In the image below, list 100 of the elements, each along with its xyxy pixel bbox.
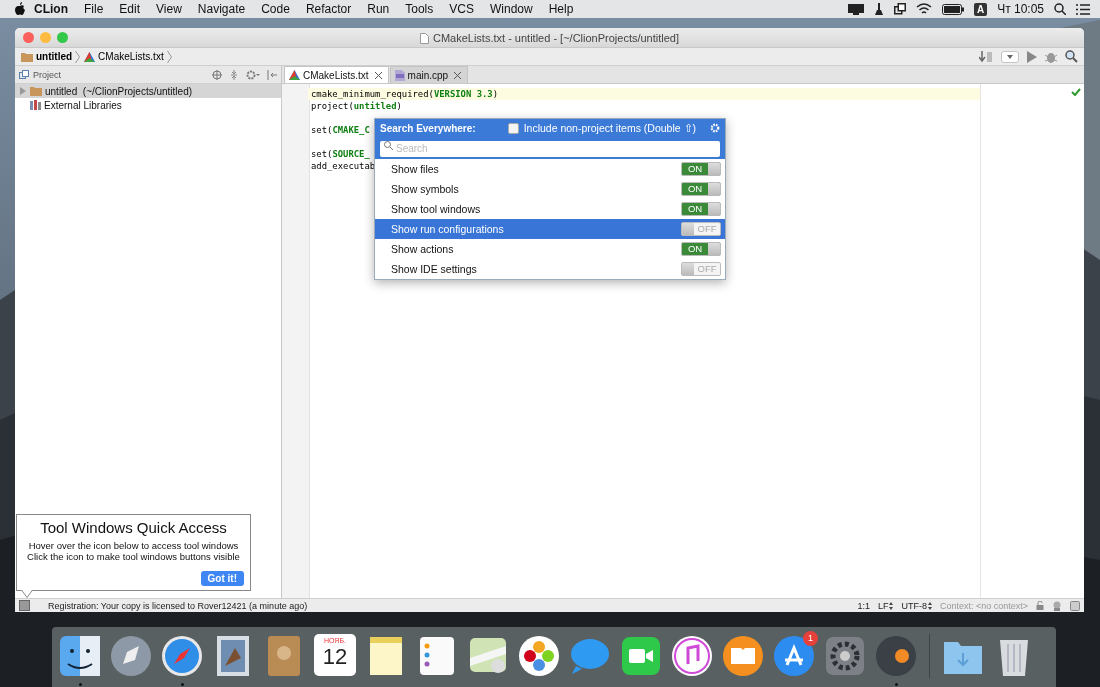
- panel-icon: [19, 70, 29, 79]
- face-icon[interactable]: [58, 634, 102, 678]
- code-line: set(CMAKE_C: [311, 125, 370, 135]
- option-row[interactable]: Show symbols ON: [375, 179, 725, 199]
- close-icon[interactable]: [454, 71, 462, 79]
- collapse-icon[interactable]: [229, 69, 239, 80]
- menu-item[interactable]: Tools: [397, 2, 442, 16]
- code-line: cmake_minimum_required(VERSION 3.3): [311, 89, 499, 99]
- video-camera-icon[interactable]: [619, 634, 663, 678]
- gear-icon[interactable]: [823, 634, 867, 678]
- tooltip-text: Click the icon to make tool windows buttons visible: [27, 551, 240, 562]
- battery-icon[interactable]: [941, 3, 964, 15]
- toggle-switch[interactable]: ON: [681, 242, 721, 256]
- book-icon[interactable]: [721, 634, 765, 678]
- search-icon[interactable]: [1065, 50, 1078, 63]
- toggle-switch[interactable]: ON: [681, 182, 721, 196]
- flower-icon[interactable]: [517, 634, 561, 678]
- got-it-button[interactable]: Got it!: [200, 571, 244, 586]
- menu-item[interactable]: View: [148, 2, 190, 16]
- close-icon[interactable]: [374, 71, 382, 79]
- app-store-icon[interactable]: [772, 634, 816, 678]
- app-icon[interactable]: [874, 634, 918, 678]
- tree-item[interactable]: External Libraries: [15, 98, 281, 112]
- tree-item[interactable]: untitled (~/ClionProjects/untitled): [15, 84, 281, 98]
- option-row[interactable]: Show files ON: [375, 159, 725, 179]
- compass-icon[interactable]: [160, 634, 204, 678]
- menu-item[interactable]: Help: [540, 2, 582, 16]
- inspector-icon[interactable]: [1052, 600, 1062, 611]
- apple-icon[interactable]: [14, 2, 26, 16]
- monitor-icon[interactable]: [847, 3, 864, 15]
- search-icon[interactable]: [1054, 3, 1066, 15]
- app-menu[interactable]: CLion: [26, 2, 76, 16]
- breadcrumb[interactable]: untitled: [21, 50, 81, 63]
- search-icon: [384, 141, 393, 150]
- calendar-day: 12: [322, 645, 348, 669]
- updown-icon: [927, 601, 932, 610]
- option-row[interactable]: Show IDE settings OFF: [375, 259, 725, 279]
- menu-item[interactable]: VCS: [441, 2, 482, 16]
- editor-tab[interactable]: main.cpp: [389, 66, 469, 83]
- hide-icon[interactable]: [267, 69, 277, 80]
- wifi-icon[interactable]: [915, 3, 932, 15]
- triangle-icon: [84, 51, 96, 62]
- code-line: add_executab: [311, 161, 376, 171]
- include-checkbox[interactable]: [507, 122, 519, 134]
- menu-item[interactable]: Navigate: [189, 2, 254, 16]
- document-icon: [419, 32, 429, 44]
- tooltip-text: Hover over the icon below to access tool windows: [28, 540, 239, 551]
- status-message: Registration: Your copy is licensed to Rover12421 (a minute ago): [48, 600, 308, 611]
- option-row[interactable]: Show actions ON: [375, 239, 725, 259]
- caret-icon: [1007, 54, 1013, 59]
- code-line: project(untitled): [311, 101, 402, 111]
- chevron-icon: [75, 50, 81, 63]
- books-icon: [30, 100, 41, 110]
- clock[interactable]: Чт 10:05: [997, 2, 1044, 16]
- breadcrumb[interactable]: CMakeLists.txt: [84, 50, 172, 63]
- run-icon[interactable]: [1027, 50, 1037, 63]
- toggle-switch[interactable]: ON: [681, 162, 721, 176]
- gear-icon[interactable]: [710, 123, 720, 133]
- input-source-indicator[interactable]: A: [973, 2, 988, 16]
- folder-icon: [21, 51, 33, 62]
- menu-item[interactable]: Edit: [111, 2, 149, 16]
- folder-icon: [30, 86, 42, 96]
- sort-icon[interactable]: [979, 50, 993, 63]
- windows-icon[interactable]: [893, 3, 906, 15]
- menu-item[interactable]: Code: [253, 2, 298, 16]
- editor-tab[interactable]: CMakeLists.txt: [284, 66, 389, 83]
- popup-title: Search Everywhere:: [380, 122, 476, 134]
- list-icon[interactable]: [1076, 3, 1090, 15]
- menu-item[interactable]: Run: [359, 2, 398, 16]
- line-separator-selector[interactable]: LF: [877, 600, 894, 611]
- include-label[interactable]: Include non-project items (Double ⇧): [523, 122, 697, 134]
- configuration-dropdown[interactable]: [1001, 50, 1019, 63]
- file-icon: [394, 69, 405, 81]
- checkmark-icon: [1071, 88, 1081, 96]
- caret-position[interactable]: 1:1: [857, 600, 870, 611]
- running-indicator: [78, 683, 82, 686]
- menu-item[interactable]: Refactor: [297, 2, 360, 16]
- search-field[interactable]: Search: [380, 140, 720, 157]
- crosshair-icon[interactable]: [212, 69, 222, 80]
- menu-item[interactable]: File: [76, 2, 112, 16]
- triangle-icon: [289, 70, 300, 80]
- tooltip-title: Tool Windows Quick Access: [40, 519, 227, 536]
- code-line: set(SOURCE_: [311, 149, 370, 159]
- broom-icon[interactable]: [873, 3, 884, 15]
- lock-icon[interactable]: [1036, 601, 1044, 610]
- music-note-icon[interactable]: [670, 634, 714, 678]
- running-indicator: [894, 683, 898, 686]
- running-indicator: [180, 683, 184, 686]
- updown-icon: [889, 601, 894, 610]
- toggle-switch[interactable]: ON: [681, 202, 721, 216]
- option-row[interactable]: Show tool windows ON: [375, 199, 725, 219]
- context-indicator: Context: <no context>: [939, 600, 1028, 611]
- window-title: CMakeLists.txt - untitled - [~/ClionProjects/untitled]: [432, 32, 680, 44]
- event-log-icon[interactable]: [1070, 600, 1080, 611]
- chevron-icon: [166, 50, 172, 63]
- rocket-icon[interactable]: [109, 634, 153, 678]
- option-row[interactable]: Show run configurations OFF: [375, 219, 725, 239]
- menu-item[interactable]: Window: [481, 2, 541, 16]
- gear-icon[interactable]: [246, 69, 260, 80]
- encoding-selector[interactable]: UTF-8: [901, 600, 932, 611]
